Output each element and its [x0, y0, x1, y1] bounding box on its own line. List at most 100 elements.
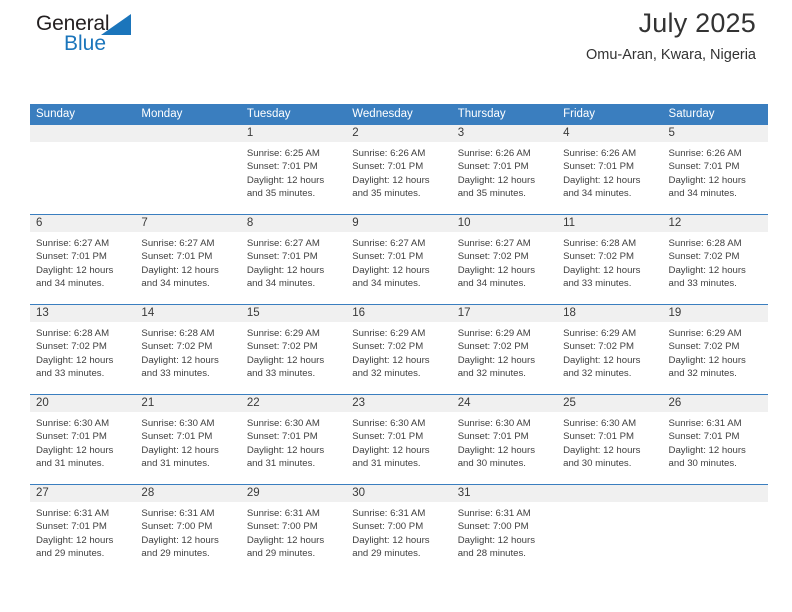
- day-details: [663, 502, 768, 507]
- day-detail-line: Daylight: 12 hours: [563, 174, 641, 186]
- day-detail-line: Sunset: 7:01 PM: [36, 431, 107, 443]
- day-detail-line: Daylight: 12 hours: [457, 444, 536, 456]
- day-detail-line: and 33 minutes.: [668, 277, 737, 289]
- day-detail-line: and 34 minutes.: [246, 277, 316, 289]
- day-number: 20: [30, 395, 136, 412]
- day-detail-line: and 34 minutes.: [352, 277, 421, 289]
- day-detail-line: Daylight: 12 hours: [36, 354, 114, 366]
- calendar-cell-empty: [135, 125, 241, 214]
- calendar-day-cell[interactable]: 21 Sunrise: 6:30 AM Sunset: 7:01 PM Dayligh…: [135, 395, 241, 484]
- day-number: 28: [135, 485, 241, 502]
- calendar-day-cell[interactable]: 6 Sunrise: 6:27 AM Sunset: 7:01 PM Daylight…: [30, 215, 136, 304]
- day-number: 6: [30, 215, 136, 232]
- day-details: Sunrise: 6:27 AM Sunset: 7:01 PM Daylight:…: [135, 232, 240, 290]
- day-detail-line: Sunset: 7:02 PM: [563, 251, 635, 263]
- calendar-day-cell[interactable]: 5 Sunrise: 6:26 AM Sunset: 7:01 PM Daylight…: [662, 125, 768, 214]
- day-number: 2: [346, 125, 452, 142]
- day-detail-line: Sunset: 7:01 PM: [457, 161, 529, 173]
- day-detail-line: Sunset: 7:01 PM: [36, 521, 107, 533]
- day-detail-line: Daylight: 12 hours: [352, 174, 430, 186]
- calendar-day-cell[interactable]: 19 Sunrise: 6:29 AM Sunset: 7:02 PM Dayligh…: [662, 305, 768, 394]
- day-detail-line: Daylight: 12 hours: [246, 354, 325, 366]
- day-details: Sunrise: 6:31 AM Sunset: 7:01 PM Daylight:…: [30, 502, 135, 560]
- calendar-day-cell[interactable]: 31 Sunrise: 6:31 AM Sunset: 7:00 PM Dayligh…: [451, 485, 558, 574]
- calendar-day-cell[interactable]: 12 Sunrise: 6:28 AM Sunset: 7:02 PM Dayligh…: [662, 215, 768, 304]
- day-number: [135, 125, 241, 142]
- calendar-day-cell[interactable]: 2 Sunrise: 6:26 AM Sunset: 7:01 PM Daylight…: [346, 125, 452, 214]
- calendar-day-cell[interactable]: 13 Sunrise: 6:28 AM Sunset: 7:02 PM Dayligh…: [30, 305, 136, 394]
- calendar-day-cell[interactable]: 28 Sunrise: 6:31 AM Sunset: 7:00 PM Dayligh…: [135, 485, 241, 574]
- day-detail-line: Daylight: 12 hours: [36, 534, 114, 546]
- calendar-day-cell[interactable]: 29 Sunrise: 6:31 AM Sunset: 7:00 PM Dayligh…: [240, 485, 347, 574]
- day-details: [135, 142, 240, 147]
- day-details: Sunrise: 6:25 AM Sunset: 7:01 PM Daylight:…: [241, 142, 346, 200]
- day-detail-line: Daylight: 12 hours: [141, 444, 219, 456]
- calendar-day-cell[interactable]: 9 Sunrise: 6:27 AM Sunset: 7:01 PM Daylight…: [346, 215, 452, 304]
- day-detail-line: Sunset: 7:01 PM: [246, 431, 318, 443]
- calendar-day-cell[interactable]: 25 Sunrise: 6:30 AM Sunset: 7:01 PM Dayligh…: [557, 395, 663, 484]
- day-number: 17: [451, 305, 558, 322]
- calendar-day-cell[interactable]: 24 Sunrise: 6:30 AM Sunset: 7:01 PM Dayligh…: [451, 395, 558, 484]
- day-detail-line: Sunset: 7:00 PM: [457, 521, 529, 533]
- calendar-day-cell[interactable]: 22 Sunrise: 6:30 AM Sunset: 7:01 PM Dayligh…: [240, 395, 347, 484]
- calendar-week-row: 27 Sunrise: 6:31 AM Sunset: 7:01 PM Dayligh…: [30, 484, 768, 574]
- day-number: 14: [135, 305, 241, 322]
- week-cells: 27 Sunrise: 6:31 AM Sunset: 7:01 PM Dayligh…: [30, 485, 768, 574]
- calendar-day-cell[interactable]: 16 Sunrise: 6:29 AM Sunset: 7:02 PM Dayligh…: [346, 305, 452, 394]
- day-detail-line: Sunrise: 6:31 AM: [246, 508, 320, 519]
- calendar-day-cell[interactable]: 8 Sunrise: 6:27 AM Sunset: 7:01 PM Daylight…: [240, 215, 347, 304]
- day-number: 19: [662, 305, 768, 322]
- day-detail-line: Sunrise: 6:28 AM: [668, 238, 742, 249]
- day-number: 5: [662, 125, 768, 142]
- day-number: 25: [557, 395, 663, 412]
- week-cells: 20 Sunrise: 6:30 AM Sunset: 7:01 PM Dayligh…: [30, 395, 768, 484]
- day-detail-line: Sunset: 7:01 PM: [668, 161, 740, 173]
- calendar-day-cell[interactable]: 27 Sunrise: 6:31 AM Sunset: 7:01 PM Dayligh…: [30, 485, 136, 574]
- page-title: July 2025: [638, 8, 756, 38]
- day-detail-line: Sunset: 7:01 PM: [36, 251, 107, 263]
- day-details: Sunrise: 6:29 AM Sunset: 7:02 PM Daylight:…: [241, 322, 346, 380]
- day-detail-line: Daylight: 12 hours: [352, 444, 430, 456]
- day-detail-line: Daylight: 12 hours: [563, 354, 641, 366]
- calendar-day-cell[interactable]: 1 Sunrise: 6:25 AM Sunset: 7:01 PM Daylight…: [240, 125, 347, 214]
- day-number: 18: [557, 305, 663, 322]
- day-number: 1: [240, 125, 347, 142]
- day-detail-line: Sunset: 7:02 PM: [141, 341, 213, 353]
- day-number: 22: [240, 395, 347, 412]
- calendar-day-cell[interactable]: 14 Sunrise: 6:28 AM Sunset: 7:02 PM Dayligh…: [135, 305, 241, 394]
- calendar-day-cell[interactable]: 15 Sunrise: 6:29 AM Sunset: 7:02 PM Dayligh…: [240, 305, 347, 394]
- day-detail-line: and 35 minutes.: [457, 187, 526, 199]
- day-detail-line: Sunrise: 6:31 AM: [36, 508, 110, 519]
- day-details: Sunrise: 6:30 AM Sunset: 7:01 PM Daylight:…: [452, 412, 557, 470]
- day-detail-line: Sunrise: 6:31 AM: [668, 418, 742, 429]
- calendar-day-cell[interactable]: 3 Sunrise: 6:26 AM Sunset: 7:01 PM Daylight…: [451, 125, 558, 214]
- calendar-day-cell[interactable]: 7 Sunrise: 6:27 AM Sunset: 7:01 PM Daylight…: [135, 215, 241, 304]
- day-detail-line: Sunrise: 6:30 AM: [457, 418, 531, 429]
- day-detail-line: Sunset: 7:02 PM: [457, 341, 529, 353]
- day-number: 23: [346, 395, 452, 412]
- brand-logo[interactable]: General Blue: [36, 12, 156, 58]
- day-number: 16: [346, 305, 452, 322]
- calendar-day-cell[interactable]: 30 Sunrise: 6:31 AM Sunset: 7:00 PM Dayligh…: [346, 485, 452, 574]
- calendar-day-cell[interactable]: 20 Sunrise: 6:30 AM Sunset: 7:01 PM Dayligh…: [30, 395, 136, 484]
- calendar-day-cell[interactable]: 23 Sunrise: 6:30 AM Sunset: 7:01 PM Dayligh…: [346, 395, 452, 484]
- calendar-day-cell[interactable]: 11 Sunrise: 6:28 AM Sunset: 7:02 PM Dayligh…: [557, 215, 663, 304]
- week-cells: 6 Sunrise: 6:27 AM Sunset: 7:01 PM Daylight…: [30, 215, 768, 304]
- day-detail-line: Sunrise: 6:30 AM: [352, 418, 426, 429]
- day-details: Sunrise: 6:31 AM Sunset: 7:00 PM Daylight:…: [346, 502, 451, 560]
- calendar-day-cell[interactable]: 26 Sunrise: 6:31 AM Sunset: 7:01 PM Dayligh…: [662, 395, 768, 484]
- day-number: 12: [662, 215, 768, 232]
- day-detail-line: and 32 minutes.: [457, 367, 526, 379]
- day-number: [557, 485, 663, 502]
- calendar-day-cell[interactable]: 18 Sunrise: 6:29 AM Sunset: 7:02 PM Dayligh…: [557, 305, 663, 394]
- day-detail-line: Sunrise: 6:29 AM: [352, 328, 426, 339]
- calendar-day-cell[interactable]: 4 Sunrise: 6:26 AM Sunset: 7:01 PM Daylight…: [557, 125, 663, 214]
- day-header-wednesday: Wednesday: [352, 108, 413, 120]
- day-detail-line: Sunset: 7:00 PM: [246, 521, 318, 533]
- calendar-day-cell[interactable]: 10 Sunrise: 6:27 AM Sunset: 7:02 PM Dayligh…: [451, 215, 558, 304]
- day-detail-line: and 31 minutes.: [246, 457, 316, 469]
- day-number: 24: [451, 395, 558, 412]
- calendar-day-cell[interactable]: 17 Sunrise: 6:29 AM Sunset: 7:02 PM Dayligh…: [451, 305, 558, 394]
- day-details: Sunrise: 6:26 AM Sunset: 7:01 PM Daylight:…: [452, 142, 557, 200]
- day-details: Sunrise: 6:30 AM Sunset: 7:01 PM Daylight:…: [241, 412, 346, 470]
